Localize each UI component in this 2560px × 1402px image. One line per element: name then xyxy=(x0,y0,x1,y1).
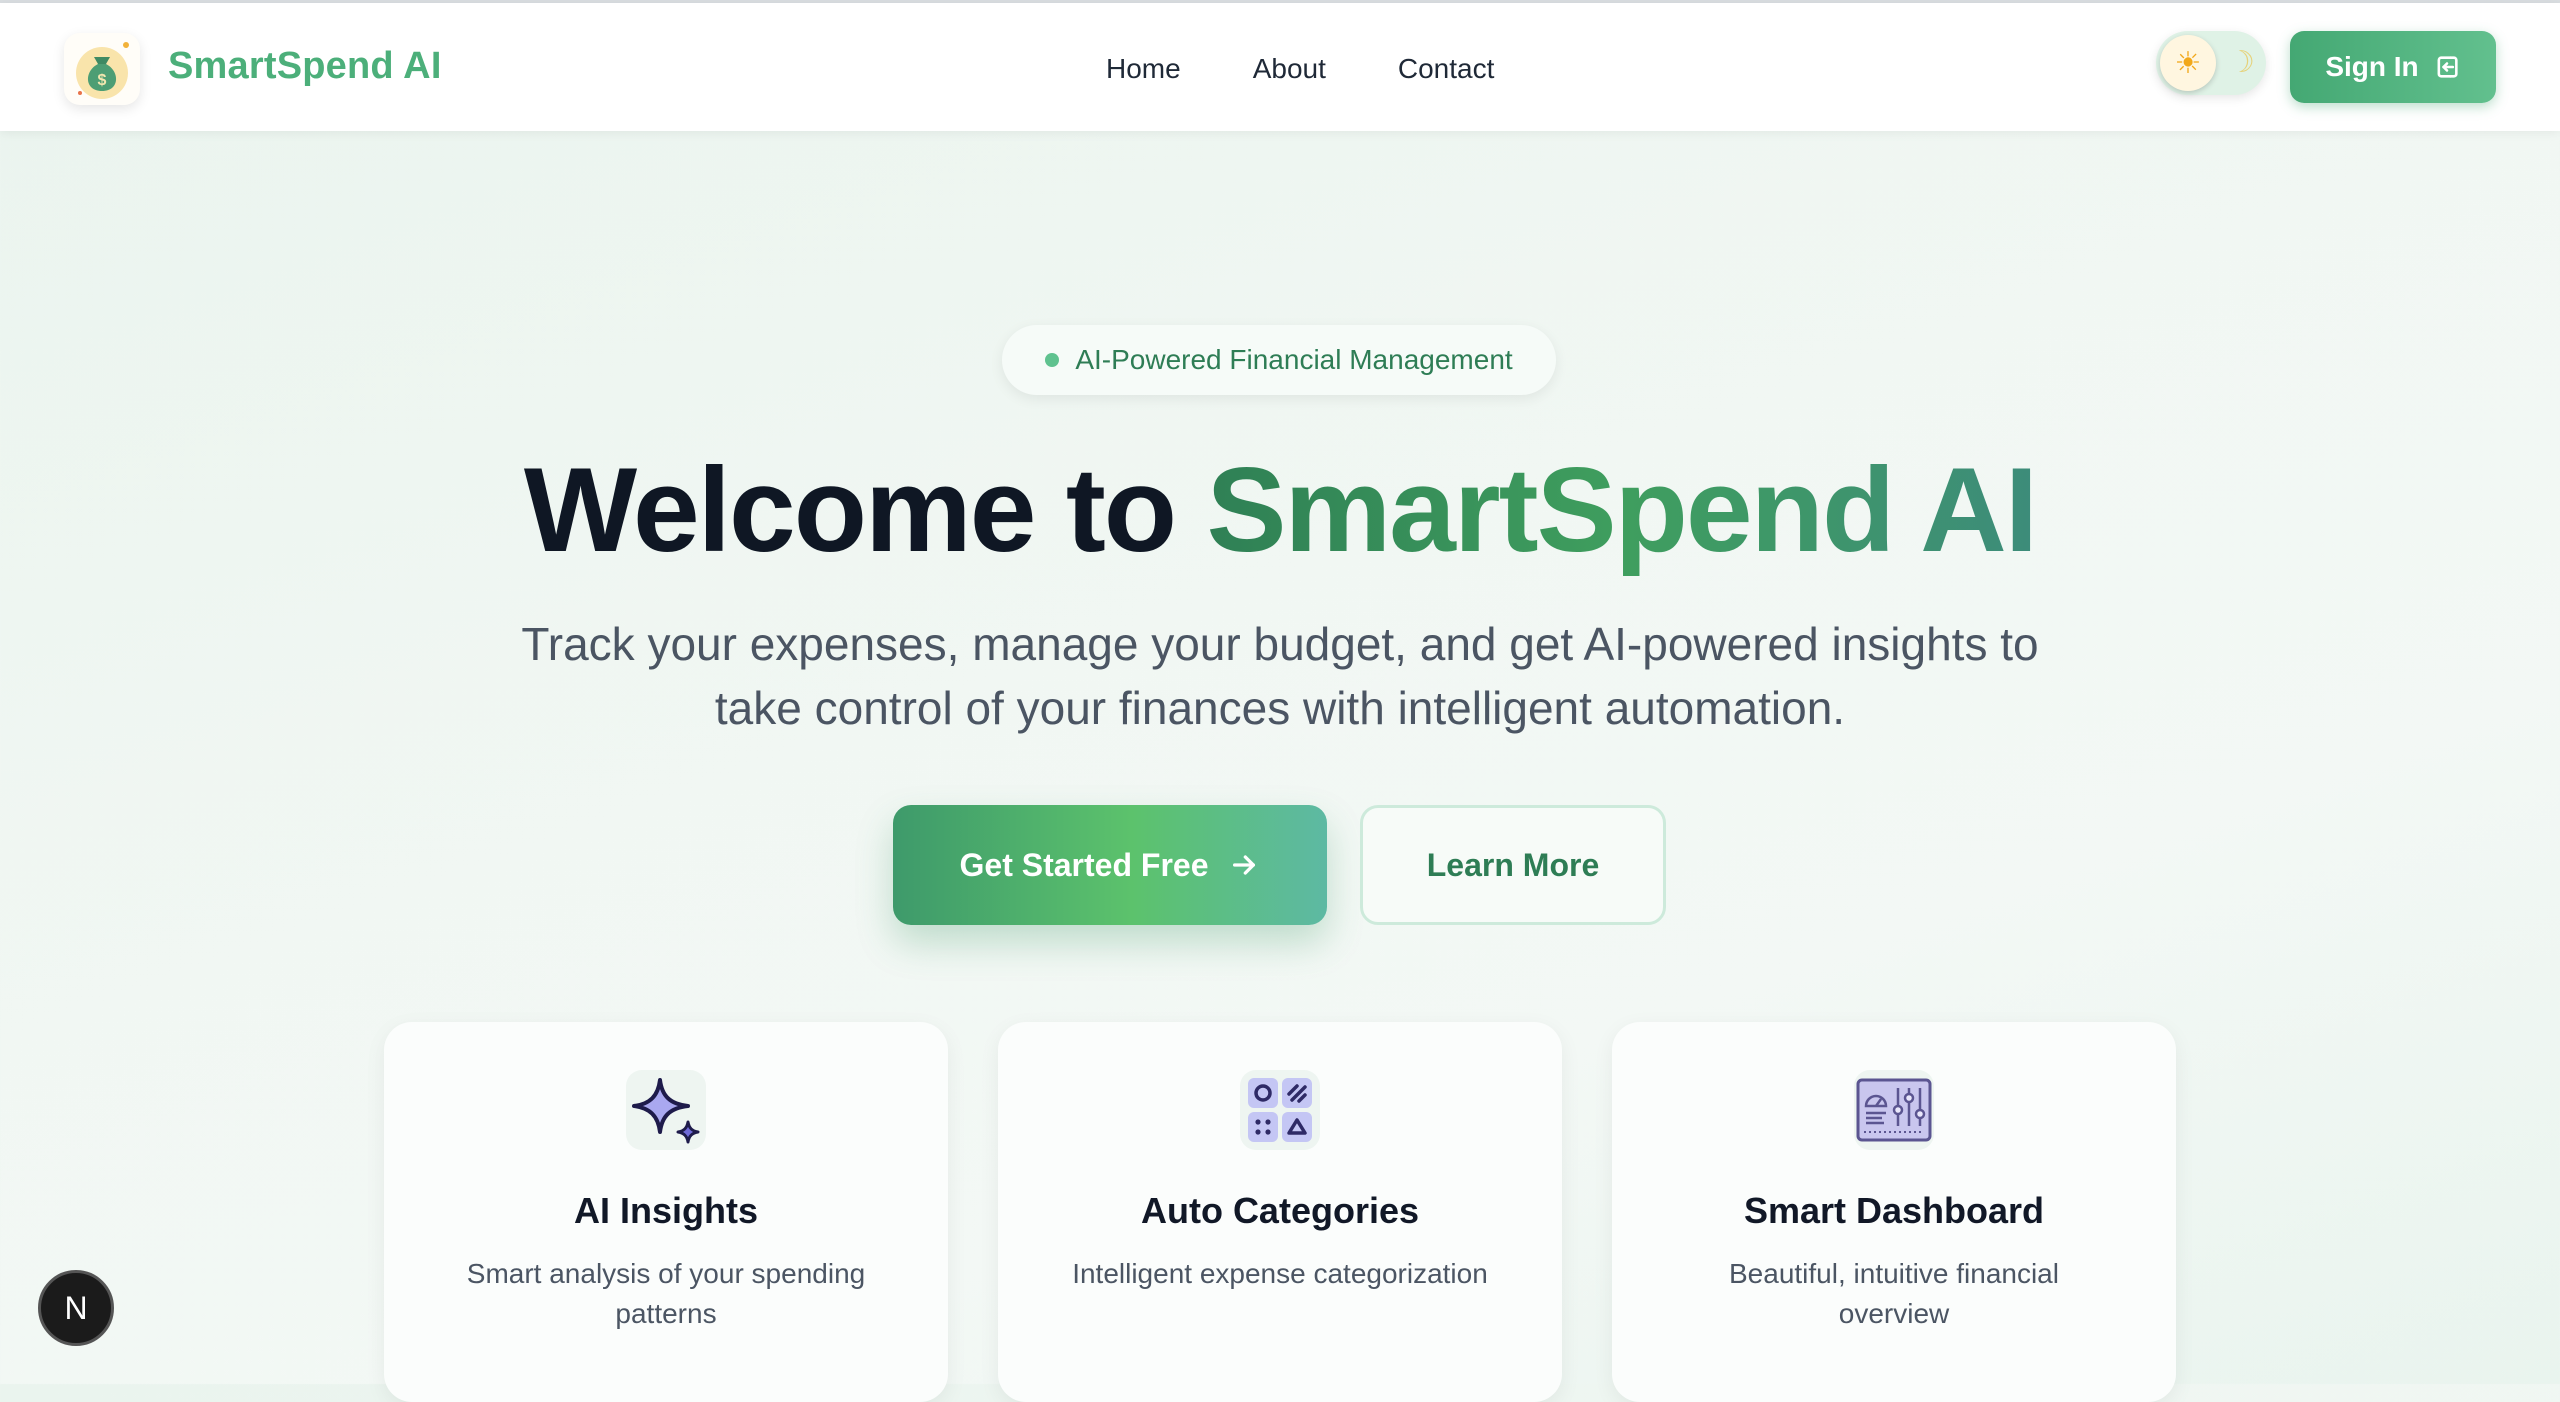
nav-about-link[interactable]: About xyxy=(1253,53,1326,85)
money-bag-icon: $ xyxy=(76,42,129,99)
feature-title: Smart Dashboard xyxy=(1743,1190,2045,1231)
feature-title: AI Insights xyxy=(573,1190,758,1231)
sign-in-label: Sign In xyxy=(2325,51,2419,82)
feature-description: Beautiful, intuitive financial overview xyxy=(1729,1258,2059,1329)
hero-subtitle-line-2: take control of your finances with intel… xyxy=(714,682,1846,734)
sun-icon: ☀ xyxy=(2160,35,2216,91)
feature-description: Intelligent expense categorization xyxy=(1072,1258,1488,1289)
get-started-label: Get Started Free xyxy=(959,846,1209,883)
sparkles-icon xyxy=(632,1078,700,1144)
sign-in-icon xyxy=(2437,56,2458,78)
hero-badge-label: AI-Powered Financial Management xyxy=(1075,344,1513,375)
moon-icon: ☽ xyxy=(2228,46,2255,79)
next-dev-badge[interactable]: N xyxy=(38,1270,114,1346)
badge-dot-icon xyxy=(1045,353,1060,367)
feature-title: Auto Categories xyxy=(1140,1190,1420,1231)
feature-icon-box xyxy=(1854,1070,1934,1150)
hero-title-prefix: Welcome to xyxy=(523,443,1207,577)
sign-in-button[interactable]: Sign In xyxy=(2290,31,2496,103)
hero-subtitle-line-1: Track your expenses, manage your budget,… xyxy=(521,618,2039,670)
feature-icon-box xyxy=(1240,1070,1320,1150)
main-nav: Home About Contact xyxy=(1106,53,1494,85)
hero-subtitle: Track your expenses, manage your budget,… xyxy=(480,612,2080,740)
nav-home-link[interactable]: Home xyxy=(1106,53,1181,85)
hero-title: Welcome to SmartSpend AI xyxy=(0,440,2560,580)
logo[interactable]: $ xyxy=(64,33,140,105)
control-panel-icon xyxy=(1856,1078,1932,1142)
feature-description: Smart analysis of your spending patterns xyxy=(466,1258,866,1329)
arrow-right-icon xyxy=(1233,855,1256,875)
learn-more-button[interactable]: Learn More xyxy=(1360,805,1666,925)
navbar: $ SmartSpend AI Home About Contact ☀ ☽ S… xyxy=(0,3,2560,131)
feature-card-smart-dashboard[interactable]: Smart Dashboard Beautiful, intuitive fin… xyxy=(1612,1022,2176,1402)
svg-text:$: $ xyxy=(98,72,107,89)
feature-card-auto-categories[interactable]: Auto Categories Intelligent expense cate… xyxy=(998,1022,1562,1402)
hero-badge: AI-Powered Financial Management xyxy=(1002,325,1556,395)
shapes-grid-icon xyxy=(1248,1078,1312,1142)
get-started-button[interactable]: Get Started Free xyxy=(893,805,1327,925)
feature-icon-box xyxy=(626,1070,706,1150)
theme-toggle[interactable]: ☀ ☽ xyxy=(2156,31,2266,95)
hero-title-highlight: SmartSpend AI xyxy=(1206,443,2038,577)
feature-card-ai-insights[interactable]: AI Insights Smart analysis of your spend… xyxy=(384,1022,948,1402)
nav-contact-link[interactable]: Contact xyxy=(1398,53,1495,85)
brand-name[interactable]: SmartSpend AI xyxy=(168,45,442,88)
